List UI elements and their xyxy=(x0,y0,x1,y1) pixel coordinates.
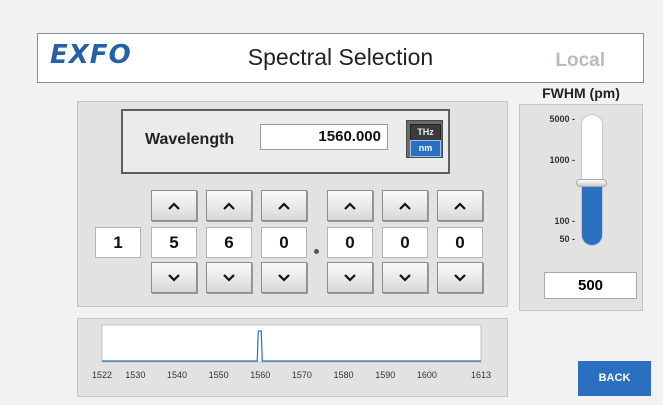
chevron-up-icon xyxy=(223,201,235,210)
chevron-down-icon xyxy=(399,273,411,282)
fwhm-tick-label: 5000 - xyxy=(549,114,575,124)
header-bar: EXFO Spectral Selection Local xyxy=(37,33,644,83)
fwhm-tick-label: 100 - xyxy=(554,216,575,226)
digit-up-button-6[interactable] xyxy=(437,190,483,221)
x-tick-label: 1530 xyxy=(125,370,145,380)
chevron-up-icon xyxy=(168,201,180,210)
digit-down-button-6[interactable] xyxy=(437,262,483,293)
chevron-up-icon xyxy=(454,201,466,210)
fwhm-title: FWHM (pm) xyxy=(542,85,620,101)
chevron-down-icon xyxy=(278,273,290,282)
fwhm-slider-fill xyxy=(582,184,602,245)
fwhm-tick-label: 50 - xyxy=(559,234,575,244)
back-button[interactable]: BACK xyxy=(578,361,651,396)
digit-down-button-4[interactable] xyxy=(327,262,373,293)
x-tick-label: 1570 xyxy=(292,370,312,380)
decimal-point xyxy=(314,249,319,254)
spectrum-plot: 1522 1530 1540 1550 1560 1570 1580 1590 1600 1613 xyxy=(92,324,491,380)
x-tick-label: 1522 xyxy=(92,370,112,380)
x-tick-label: 1540 xyxy=(167,370,187,380)
chevron-down-icon xyxy=(168,273,180,282)
fwhm-value-field[interactable]: 500 xyxy=(544,272,637,299)
fwhm-tick-label: 1000 - xyxy=(549,155,575,165)
digit-down-button-3[interactable] xyxy=(261,262,307,293)
unit-toggle: THz nm xyxy=(406,120,443,158)
digit-down-button-2[interactable] xyxy=(206,262,252,293)
nm-unit-button[interactable]: nm xyxy=(410,140,441,157)
fwhm-slider-thumb[interactable] xyxy=(576,179,607,187)
x-tick-label: 1613 xyxy=(471,370,491,380)
digit-down-button-1[interactable] xyxy=(151,262,197,293)
spectrum-plot-area xyxy=(101,324,482,363)
local-mode-indicator: Local xyxy=(555,50,605,71)
x-tick-label: 1550 xyxy=(209,370,229,380)
digit-display: 0 xyxy=(437,227,483,258)
x-tick-label: 1560 xyxy=(250,370,270,380)
chevron-down-icon xyxy=(344,273,356,282)
digit-display: 0 xyxy=(261,227,307,258)
wavelength-label: Wavelength xyxy=(145,131,235,148)
chevron-up-icon xyxy=(344,201,356,210)
digit-display: 0 xyxy=(327,227,373,258)
chevron-up-icon xyxy=(399,201,411,210)
digit-display: 0 xyxy=(382,227,428,258)
digit-display: 1 xyxy=(95,227,141,258)
digit-up-button-5[interactable] xyxy=(382,190,428,221)
digit-display: 5 xyxy=(151,227,197,258)
thz-unit-button[interactable]: THz xyxy=(410,124,441,141)
digit-up-button-2[interactable] xyxy=(206,190,252,221)
wavelength-value-field[interactable]: 1560.000 xyxy=(260,124,388,150)
x-tick-label: 1590 xyxy=(375,370,395,380)
digit-display: 6 xyxy=(206,227,252,258)
wavelength-display-box: Wavelength 1560.000 THz nm xyxy=(121,109,450,174)
digit-up-button-3[interactable] xyxy=(261,190,307,221)
page-title: Spectral Selection xyxy=(247,44,434,70)
x-tick-label: 1600 xyxy=(417,370,437,380)
digit-down-button-5[interactable] xyxy=(382,262,428,293)
digit-up-button-1[interactable] xyxy=(151,190,197,221)
x-tick-label: 1580 xyxy=(334,370,354,380)
chevron-up-icon xyxy=(278,201,290,210)
chevron-down-icon xyxy=(454,273,466,282)
digit-up-button-4[interactable] xyxy=(327,190,373,221)
chevron-down-icon xyxy=(223,273,235,282)
